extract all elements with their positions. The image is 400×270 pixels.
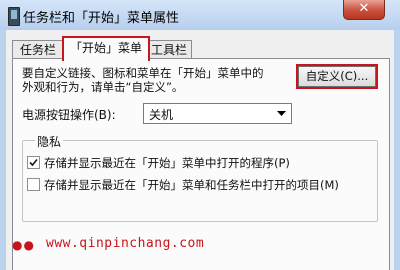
description-line-2: 外观和行为，请单击“自定义”。 — [22, 80, 184, 94]
description-line-1: 要自定义链接、图标和菜单在「开始」菜单中的 — [22, 66, 264, 80]
close-button[interactable]: ✕ — [343, 0, 385, 20]
privacy-option-recent-programs[interactable]: 存储并显示最近在「开始」菜单中打开的程序(P) — [27, 155, 290, 170]
watermark-dots: ●● — [12, 238, 35, 252]
window-title: 任务栏和「开始」菜单属性 — [23, 11, 180, 26]
properties-dialog: 任务栏和「开始」菜单属性 ✕ 任务栏 「开始」菜单 工具栏 要自定义链接、图标和… — [0, 0, 400, 270]
checkbox-label: 存储并显示最近在「开始」菜单和任务栏中打开的项目(M) — [44, 178, 339, 192]
title-bar[interactable]: 任务栏和「开始」菜单属性 ✕ — [0, 0, 400, 30]
checkbox-recent-items[interactable] — [27, 178, 40, 191]
checkbox-label: 存储并显示最近在「开始」菜单中打开的程序(P) — [44, 156, 290, 170]
power-button-select[interactable]: 关机 — [143, 103, 292, 124]
checkmark-icon — [29, 158, 38, 167]
power-button-label: 电源按钮操作(B): — [22, 108, 116, 122]
privacy-option-recent-items[interactable]: 存储并显示最近在「开始」菜单和任务栏中打开的项目(M) — [27, 177, 339, 192]
site-watermark: ●● www.qinpinchang.com — [0, 230, 400, 256]
customize-description: 要自定义链接、图标和菜单在「开始」菜单中的 外观和行为，请单击“自定义”。 — [22, 66, 282, 94]
privacy-title: 隐私 — [35, 133, 64, 150]
taskbar-app-icon — [8, 7, 20, 26]
tab-start-menu[interactable]: 「开始」菜单 — [62, 36, 150, 61]
tab-taskbar[interactable]: 任务栏 — [12, 40, 64, 59]
tab-toolbars[interactable]: 工具栏 — [146, 40, 192, 59]
privacy-group: 隐私 存储并显示最近在「开始」菜单中打开的程序(P) 存储并显示最近在「开始」菜… — [22, 133, 378, 222]
watermark-url: www.qinpinchang.com — [46, 236, 205, 251]
checkbox-recent-programs[interactable] — [27, 156, 40, 169]
customize-button[interactable]: 自定义(C)... — [296, 64, 378, 89]
power-button-value: 关机 — [149, 108, 174, 122]
close-icon: ✕ — [358, 1, 370, 16]
chevron-down-icon — [274, 106, 288, 120]
